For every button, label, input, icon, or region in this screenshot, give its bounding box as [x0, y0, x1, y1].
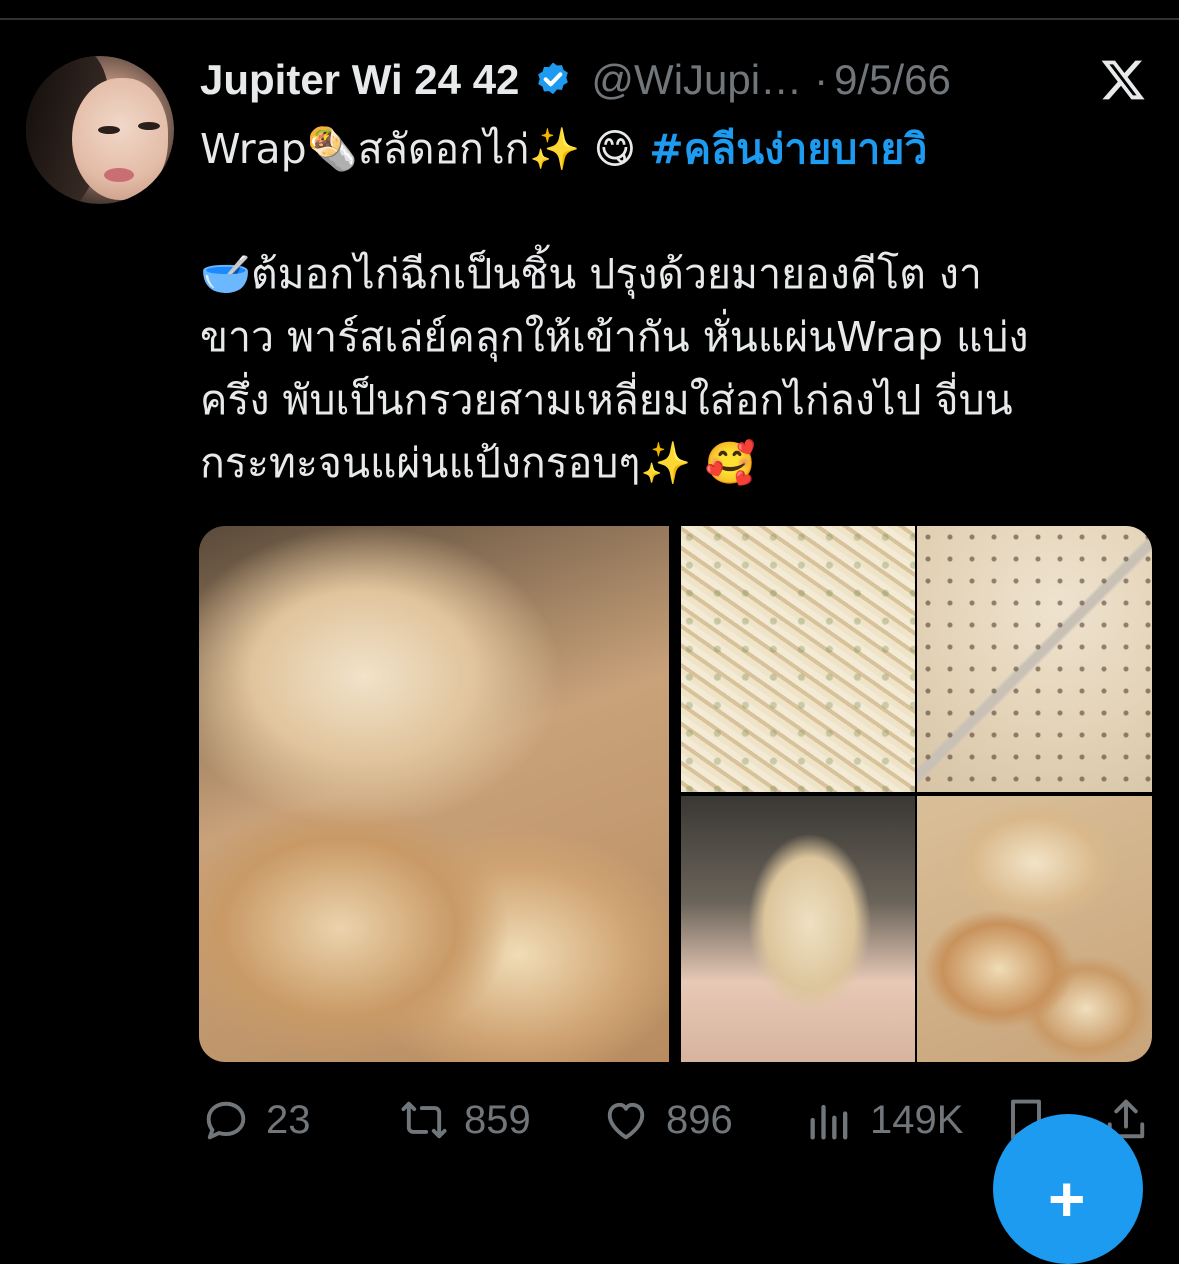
like-icon — [607, 1102, 645, 1140]
verified-badge-icon[interactable] — [533, 60, 573, 100]
author-handle[interactable]: @WiJupi… — [591, 56, 802, 104]
text-line-3: ขาว พาร์สเล่ย์คลุกให้เข้ากัน หั่นแผ่นWra… — [200, 313, 1029, 361]
photo-shredded-chicken[interactable] — [681, 526, 915, 792]
x-logo-icon[interactable] — [1098, 56, 1148, 104]
text-line-1: Wrap🌯สลัดอกไก่✨ 😋 #คลีนง่ายบายวิ — [200, 125, 928, 173]
reply-button[interactable]: 23 — [200, 1090, 311, 1150]
avatar[interactable] — [26, 56, 174, 204]
hashtag-link[interactable]: #คลีนง่ายบายวิ — [649, 125, 927, 173]
divider — [0, 18, 1179, 20]
reply-count: 23 — [266, 1097, 311, 1142]
photo-wrap-cone[interactable] — [681, 796, 915, 1062]
repost-button[interactable]: 859 — [398, 1090, 531, 1150]
photo-cut-tortilla[interactable] — [917, 526, 1152, 792]
views-count: 149K — [870, 1097, 964, 1142]
like-count: 896 — [666, 1097, 733, 1142]
post-text: Wrap🌯สลัดอกไก่✨ 😋 #คลีนง่ายบายวิ 🥣ต้มอกไ… — [200, 118, 1160, 495]
like-button[interactable]: 896 — [600, 1090, 733, 1150]
compose-button[interactable]: + — [993, 1114, 1143, 1264]
views-icon — [810, 1104, 848, 1140]
text-line-2: 🥣ต้มอกไก่ฉีกเป็นชิ้น ปรุงด้วยมายองคีโต ง… — [200, 250, 982, 298]
author-name[interactable]: Jupiter Wi 24 42 — [200, 56, 519, 104]
post-header: Jupiter Wi 24 42 @WiJupi… · 9/5/66 — [200, 52, 951, 108]
reply-icon — [206, 1101, 246, 1140]
separator-dot: · — [814, 56, 829, 103]
text-line-4: ครึ่ง พับเป็นกรวยสามเหลี่ยมใส่อกไก่ลงไป … — [200, 376, 1013, 424]
repost-icon — [401, 1101, 447, 1139]
media-grid — [199, 526, 1152, 1062]
post[interactable]: Jupiter Wi 24 42 @WiJupi… · 9/5/66 Wrap🌯… — [0, 0, 1179, 1264]
plus-icon: + — [1048, 1163, 1086, 1235]
views-button[interactable]: 149K — [804, 1090, 963, 1150]
photo-grilled-wraps[interactable] — [917, 796, 1152, 1062]
text-line-5: กระทะจนแผ่นแป้งกรอบๆ✨ 🥰 — [200, 439, 756, 487]
post-date[interactable]: 9/5/66 — [834, 56, 951, 104]
photo-wraps-in-hand[interactable] — [199, 526, 669, 1062]
repost-count: 859 — [464, 1097, 531, 1142]
